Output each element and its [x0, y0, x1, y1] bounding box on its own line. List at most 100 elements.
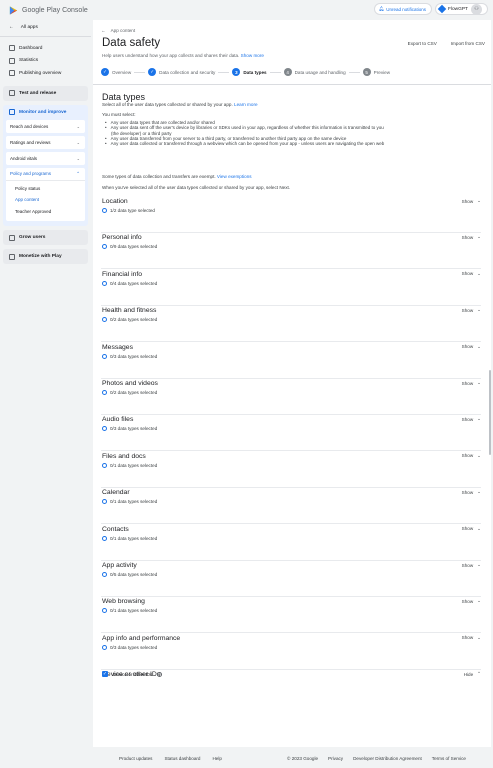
sidebar-section-monetize[interactable]: Monetize with Play [3, 249, 88, 264]
step-data-types[interactable]: 3 Data types [232, 68, 267, 76]
statistics-icon [9, 57, 15, 64]
category-row: Location 1/2 data type selected Show ⌄ [101, 197, 481, 233]
check-circle-icon [102, 317, 107, 323]
sidebar-item-dashboard[interactable]: Dashboard [0, 42, 91, 55]
category-toggle-button[interactable]: Show ⌄ [462, 307, 481, 313]
category-toggle-label: Show [461, 416, 474, 422]
category-toggle-label: Show [461, 344, 474, 350]
category-name: App activity [102, 562, 137, 569]
monitor-header[interactable]: Monitor and improve [3, 105, 88, 120]
device-ids-checkbox-row[interactable]: ✓ Device or other IDs ? [102, 671, 163, 677]
category-status: 0/4 data types selected [102, 280, 157, 286]
chevron-up-icon: ⌃ [477, 671, 481, 677]
view-exemptions-link[interactable]: View exemptions [217, 174, 252, 179]
step-label: Preview [373, 69, 391, 75]
top-bar: Google Play Console 🔔︎ Unread notificati… [0, 0, 493, 20]
scrollbar[interactable] [489, 370, 491, 455]
category-status-text: 0/5 data types selected [110, 572, 158, 577]
category-toggle-button[interactable]: Show ⌄ [462, 562, 481, 568]
sidebar-item-reach-devices[interactable]: Reach and devices ⌄ [6, 119, 85, 133]
category-toggle-button[interactable]: Show ⌄ [462, 453, 481, 459]
category-toggle-button[interactable]: Show ⌄ [462, 526, 481, 532]
step-overview[interactable]: ✓ Overview [101, 68, 131, 76]
category-toggle-label: Show [461, 271, 474, 277]
step-number: 4 [283, 68, 292, 76]
footer-link-privacy[interactable]: Privacy [328, 756, 343, 761]
all-apps-link[interactable]: ← All apps [9, 21, 91, 33]
step-data-usage[interactable]: 4 Data usage and handling [283, 68, 346, 76]
category-status: 0/3 data types selected [102, 353, 157, 359]
import-csv-button[interactable]: Import from CSV [451, 41, 485, 46]
chevron-down-icon: ⌄ [477, 380, 481, 385]
learn-more-link[interactable]: Learn more [234, 102, 258, 107]
exemptions-label: Some types of data collection and transf… [102, 174, 216, 179]
category-toggle-button[interactable]: Show ⌄ [462, 234, 481, 240]
sidebar-item-statistics[interactable]: Statistics [0, 55, 91, 68]
category-toggle-button[interactable]: Show ⌄ [462, 271, 481, 277]
breadcrumb[interactable]: ← App content [101, 28, 135, 33]
step-connector [348, 71, 360, 73]
play-console-logo[interactable]: Google Play Console [9, 5, 88, 15]
category-toggle-label: Show [461, 234, 474, 240]
list-item: Any user data collected or transferred t… [105, 141, 485, 146]
footer-link-help[interactable]: Help [212, 756, 221, 761]
category-toggle-button[interactable]: Show ⌄ [462, 489, 481, 495]
step-data-collection[interactable]: ✓ Data collection and security [148, 68, 215, 76]
all-apps-label: All apps [20, 24, 38, 30]
chevron-down-icon: ⌄ [477, 598, 481, 604]
sidebar-item-android-vitals[interactable]: Android vitals ⌄ [6, 151, 85, 165]
sidebar-item-teacher-approved[interactable]: Teacher Approved [6, 206, 85, 218]
account-switcher[interactable]: FlowGPT ⚇ [435, 3, 488, 15]
sidebar-section-label: Monitor and improve [19, 109, 67, 115]
category-row: Contacts 0/1 data types selected Show ⌄ [101, 525, 481, 561]
notifications-button[interactable]: 🔔︎ Unread notifications [373, 3, 432, 15]
sidebar-item-policy-status[interactable]: Policy status [6, 183, 85, 195]
category-status-text: 0/1 data types selected [110, 535, 158, 541]
sidebar-item-label: Ratings and reviews [10, 139, 51, 145]
category-toggle-button[interactable]: Show ⌄ [462, 380, 481, 386]
footer-link-terms[interactable]: Terms of Service [432, 756, 466, 761]
sidebar-item-app-content[interactable]: App content [6, 194, 85, 206]
logo-subtext: Console [62, 6, 88, 14]
category-row: Calendar 0/1 data types selected Show ⌄ [101, 488, 481, 525]
sidebar-item-label: Policy and programs [10, 171, 52, 176]
step-connector [134, 71, 146, 73]
help-icon[interactable]: ? [157, 671, 163, 677]
sidebar-section-test-release[interactable]: Test and release [3, 85, 88, 101]
sidebar-section-grow-users[interactable]: Grow users [3, 230, 88, 245]
section-title: Data types [102, 92, 146, 102]
category-toggle-button[interactable]: Show ⌄ [462, 635, 481, 641]
sidebar-item-label: Statistics [19, 58, 39, 64]
checkbox-checked-icon[interactable]: ✓ [102, 671, 108, 677]
category-status-text: 0/1 data types selected [110, 608, 158, 614]
category-toggle-button[interactable]: Hide ⌃ [464, 671, 481, 677]
chevron-down-icon: ⌄ [477, 452, 481, 458]
category-toggle-button[interactable]: Show ⌄ [462, 416, 481, 422]
category-toggle-label: Show [461, 562, 474, 568]
category-toggle-button[interactable]: Show ⌄ [462, 344, 481, 350]
category-name: Location [102, 198, 128, 205]
category-status: 0/3 data types selected [102, 426, 157, 432]
category-row: App info and performance 0/3 data types s… [101, 634, 481, 670]
footer-link-status-dashboard[interactable]: Status dashboard [164, 756, 200, 761]
footer-link-product-updates[interactable]: Product updates [119, 756, 152, 761]
avatar[interactable]: ⚇ [471, 3, 482, 15]
category-status: 0/5 data types selected [102, 572, 157, 577]
policy-programs-header[interactable]: Policy and programs ⌃ [6, 168, 85, 181]
step-label: Data types [243, 69, 267, 75]
chevron-down-icon: ⌄ [477, 634, 481, 640]
footer-link-dda[interactable]: Developer Distribution Agreement [353, 756, 422, 761]
check-circle-icon [102, 426, 107, 432]
export-csv-button[interactable]: Export to CSV [408, 41, 437, 46]
category-toggle-button[interactable]: Show ⌄ [462, 598, 481, 604]
step-preview[interactable]: 5 Preview [362, 68, 391, 76]
show-more-link[interactable]: Show more [241, 53, 264, 58]
check-circle-icon [102, 499, 107, 505]
sidebar-item-ratings-reviews[interactable]: Ratings and reviews ⌄ [6, 135, 85, 149]
check-circle-icon [102, 390, 107, 395]
sidebar-item-label: Dashboard [19, 45, 43, 51]
sidebar-item-publishing-overview[interactable]: Publishing overview [0, 67, 91, 80]
check-circle-icon [102, 280, 107, 286]
category-toggle-button[interactable]: Show ⌄ [462, 198, 481, 204]
check-circle-icon [102, 353, 107, 359]
